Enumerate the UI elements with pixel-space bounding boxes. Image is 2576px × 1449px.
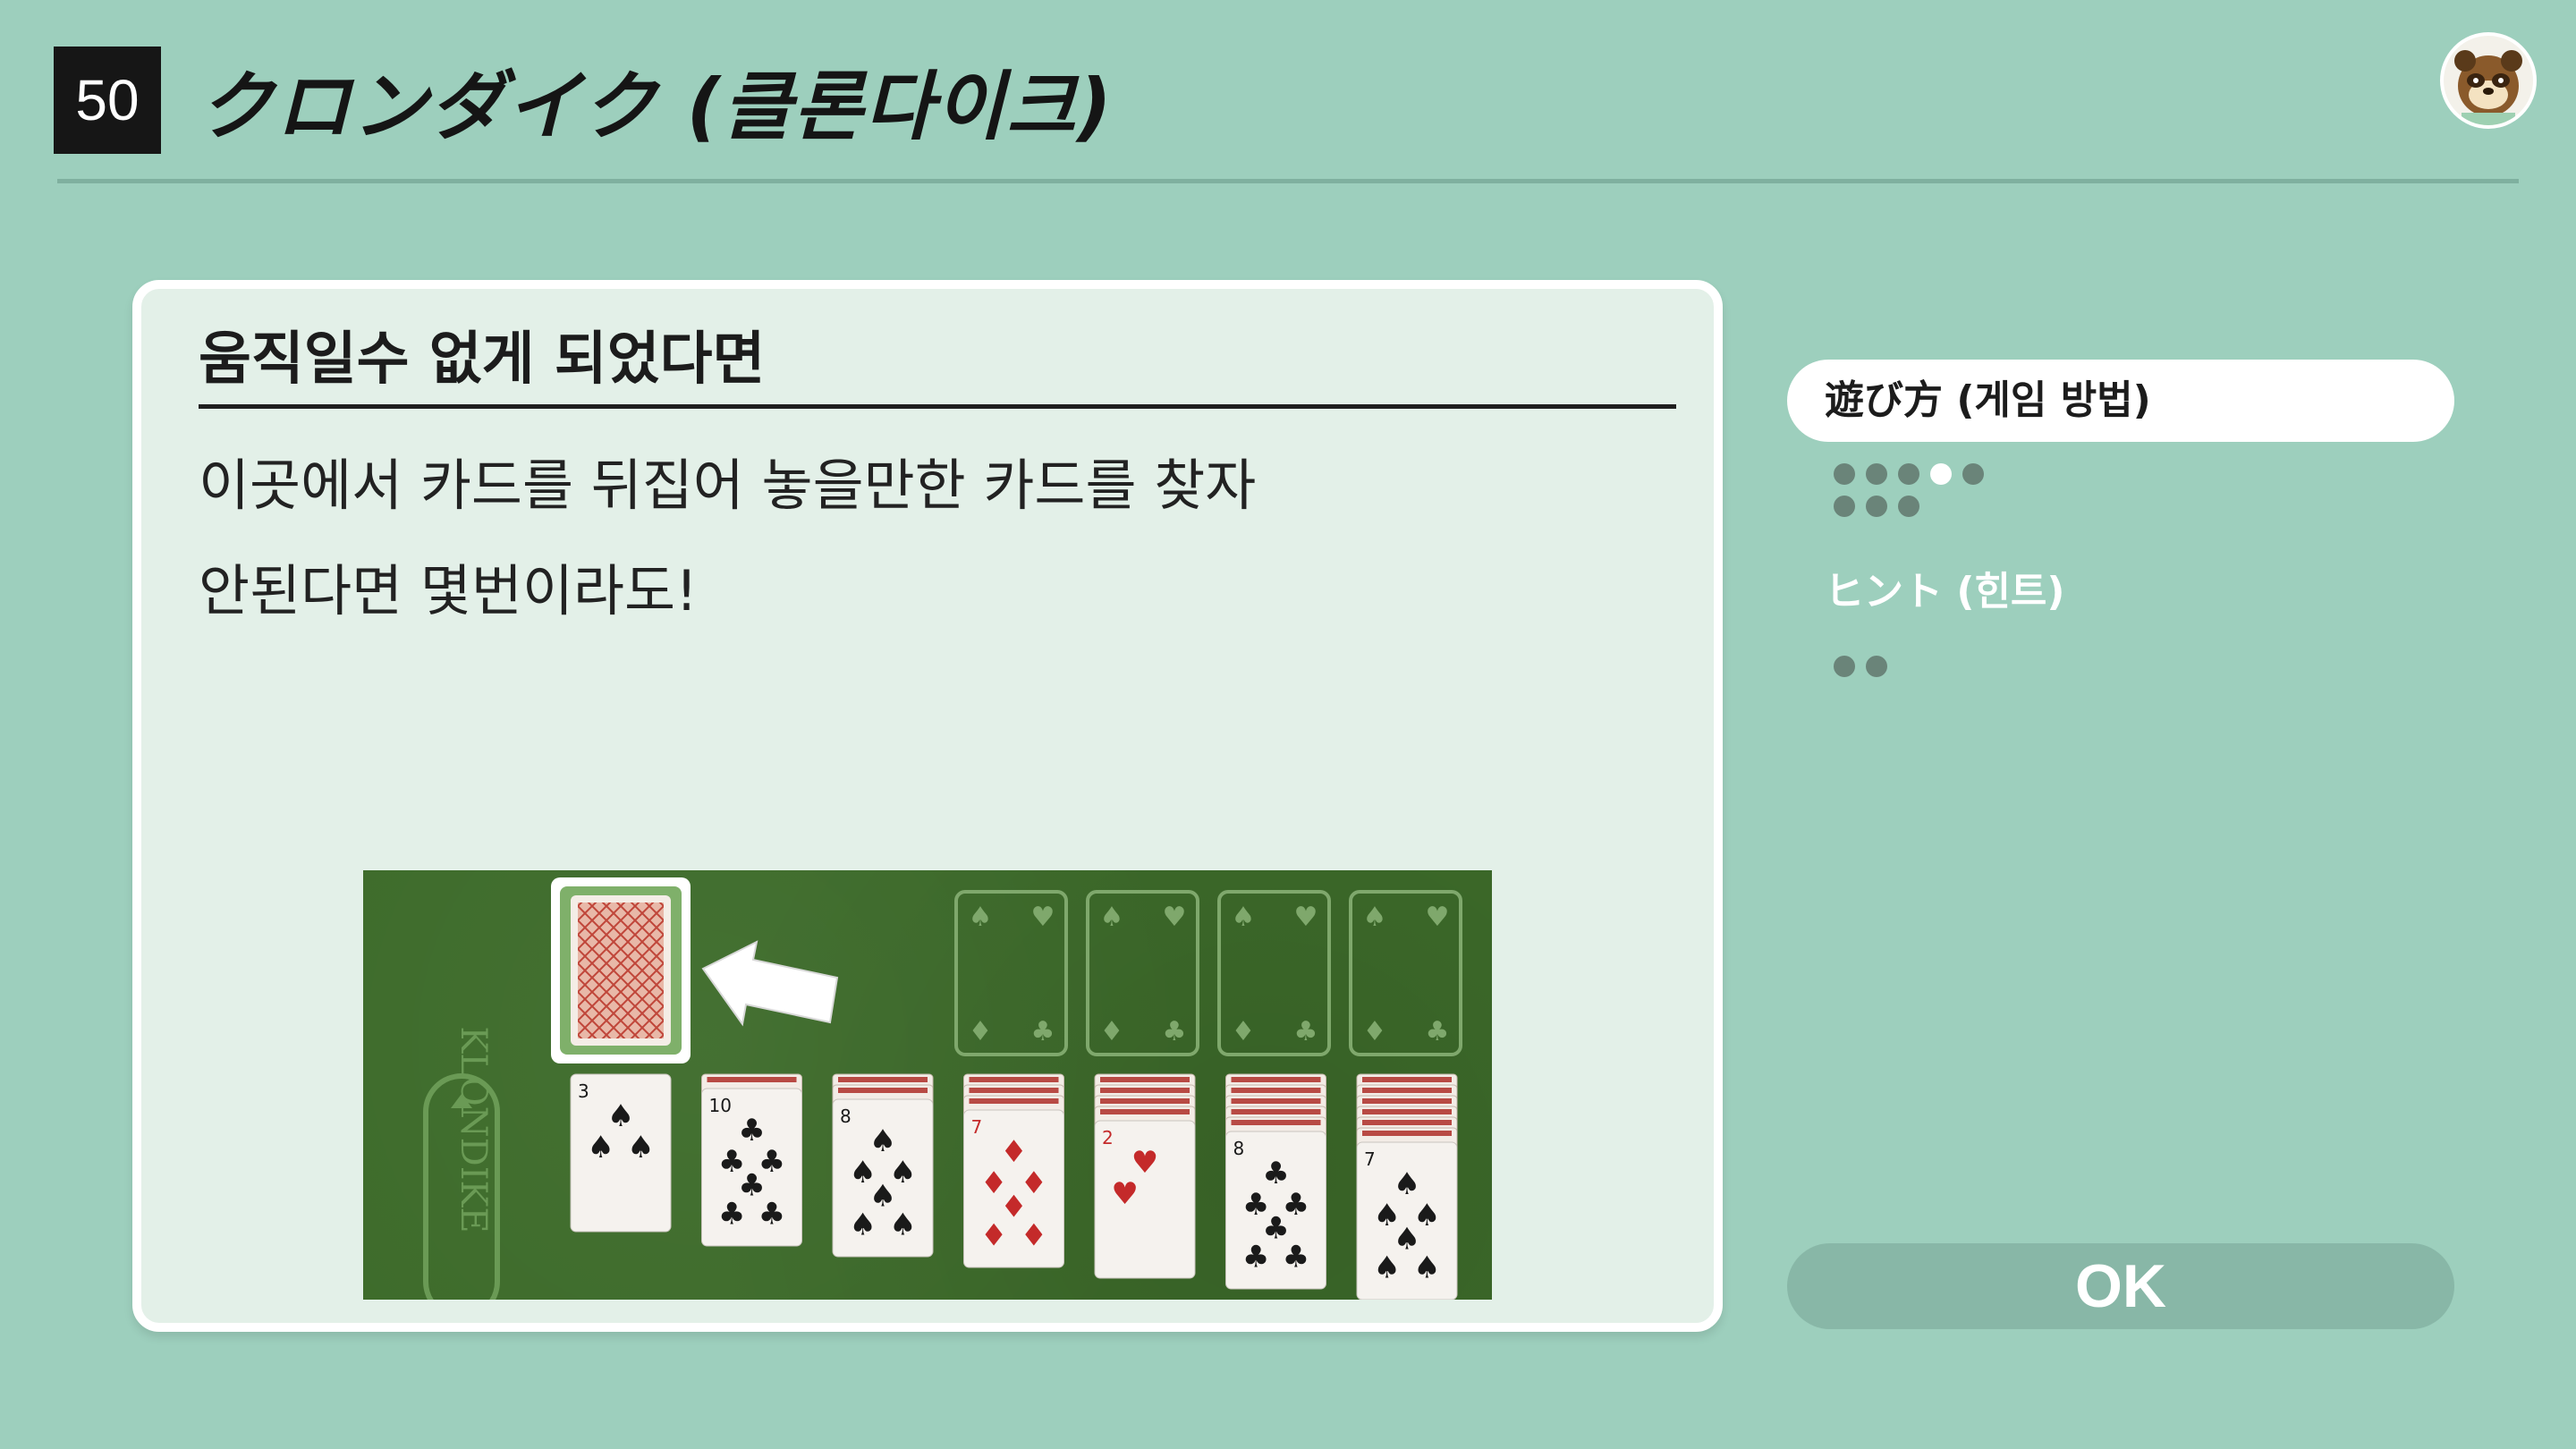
card-pip: ♥ xyxy=(1111,1176,1138,1212)
card-rank: 10 xyxy=(709,1095,732,1116)
deck-marker: KLONDIKE xyxy=(423,1026,500,1300)
tableau-pile: 7♠♠ ♠♠♠ ♠ xyxy=(1356,1073,1458,1300)
card-pip: ♣ xyxy=(1283,1239,1309,1275)
svg-text:♠: ♠ xyxy=(1100,902,1124,933)
svg-text:♦: ♦ xyxy=(1232,1016,1256,1047)
card-pip: ♠ xyxy=(607,1098,634,1134)
instruction-panel: 움직일수 없게 되었다면 이곳에서 카드를 뒤집어 놓을만한 카드를 찾자 안된… xyxy=(132,280,1723,1332)
card-pip: ♠ xyxy=(1373,1250,1400,1285)
tanuki-icon xyxy=(2454,50,2522,125)
svg-text:♠: ♠ xyxy=(1232,902,1256,933)
card-rank: 2 xyxy=(1102,1127,1114,1148)
card-rank: 8 xyxy=(840,1106,852,1127)
header-divider xyxy=(57,179,2519,183)
svg-text:♥: ♥ xyxy=(1031,902,1055,933)
svg-text:♦: ♦ xyxy=(1363,1016,1387,1047)
tableau-pile: 8♠♠ ♠♠♠ ♠ xyxy=(832,1073,934,1258)
solitaire-board: KLONDIKE ♠ ♠ ♠ ♠ ♥ ♥ ♥ ♥ ♦ ♦ ♦ ♦ ♣ ♣ ♣ ♣… xyxy=(423,877,1462,1300)
instruction-line-2: 안된다면 몇번이라도! xyxy=(199,558,698,623)
card-pip: ♦ xyxy=(1021,1217,1047,1253)
instruction-line-1: 이곳에서 카드를 뒤집어 놓을만한 카드를 찾자 xyxy=(199,453,1257,518)
page-dot xyxy=(1834,496,1855,517)
svg-text:♥: ♥ xyxy=(1294,902,1318,933)
card-pip: ♣ xyxy=(738,1113,765,1148)
page-dot xyxy=(1866,463,1887,485)
card-pip: ♦ xyxy=(1000,1134,1027,1170)
pointer-arrow-icon xyxy=(701,940,839,1027)
card-pip: ♣ xyxy=(1262,1156,1289,1191)
page-dot xyxy=(1834,463,1855,485)
tableau: 3♠♠ ♠10♣♣ ♣♣♣ ♣8♠♠ ♠♠♠ ♠7♦♦ ♦♦♦ ♦2♥♥8♣♣ ♣♣♣ ♣7♠♠ ♠… xyxy=(570,1073,1458,1300)
page-dot xyxy=(1930,463,1952,485)
card-rank: 3 xyxy=(578,1080,589,1102)
card-pip: ♠ xyxy=(869,1123,896,1159)
svg-text:♣: ♣ xyxy=(1294,1016,1318,1047)
highlighted-stock-card xyxy=(551,877,691,1063)
panel-heading: 움직일수 없게 되었다면 xyxy=(199,310,1676,409)
svg-text:♥: ♥ xyxy=(1426,902,1450,933)
page-dot xyxy=(1834,656,1855,677)
card-pip: ♠ xyxy=(1413,1250,1440,1285)
card-pip: ♠ xyxy=(849,1207,876,1242)
tableau-pile: 7♦♦ ♦♦♦ ♦ xyxy=(963,1073,1064,1268)
page-dot xyxy=(1898,463,1919,485)
ok-button[interactable]: OK xyxy=(1787,1243,2454,1329)
card-pip: ♣ xyxy=(758,1196,785,1232)
page-dot xyxy=(1866,656,1887,677)
card-pip: ♠ xyxy=(1394,1166,1420,1202)
svg-text:♣: ♣ xyxy=(1031,1016,1055,1047)
character-avatar xyxy=(2440,32,2537,129)
card-rank: 7 xyxy=(971,1116,983,1138)
page-dot xyxy=(1898,496,1919,517)
svg-text:♦: ♦ xyxy=(969,1016,993,1047)
card-pip: ♠ xyxy=(889,1207,916,1242)
tableau-pile: 8♣♣ ♣♣♣ ♣ xyxy=(1225,1073,1326,1290)
page-dot xyxy=(1962,463,1984,485)
game-title: クロンダイク (클론다이크) xyxy=(199,63,1114,150)
card-rank: 7 xyxy=(1364,1148,1376,1170)
card-pip: ♣ xyxy=(718,1196,745,1232)
tab-hints[interactable]: ヒント (힌트) xyxy=(1825,556,2065,628)
svg-text:♥: ♥ xyxy=(1163,902,1187,933)
svg-text:♠: ♠ xyxy=(1363,902,1387,933)
level-number-badge: 50 xyxy=(54,47,161,154)
card-pip: ♥ xyxy=(1131,1145,1158,1181)
svg-text:♣: ♣ xyxy=(1426,1016,1450,1047)
tableau-pile: 10♣♣ ♣♣♣ ♣ xyxy=(701,1073,802,1247)
tableau-pile: 2 ♥♥ xyxy=(1094,1073,1196,1279)
svg-text:♠: ♠ xyxy=(969,902,993,933)
card-rank: 8 xyxy=(1233,1138,1245,1159)
svg-text:♣: ♣ xyxy=(1163,1016,1187,1047)
svg-text:♦: ♦ xyxy=(1100,1016,1124,1047)
tab-how-to-play[interactable]: 遊び方 (게임 방법) xyxy=(1787,360,2454,442)
card-pip: ♦ xyxy=(980,1217,1007,1253)
deck-label: KLONDIKE xyxy=(453,1026,494,1233)
card-pip: ♠ xyxy=(627,1130,654,1165)
tableau-pile: 3♠♠ ♠ xyxy=(570,1073,672,1233)
gameplay-screenshot: KLONDIKE ♠ ♠ ♠ ♠ ♥ ♥ ♥ ♥ ♦ ♦ ♦ ♦ ♣ ♣ ♣ ♣… xyxy=(363,870,1492,1300)
card-pip: ♠ xyxy=(587,1130,614,1165)
page-dot xyxy=(1866,496,1887,517)
foundation-slots: ♠ ♠ ♠ ♠ ♥ ♥ ♥ ♥ ♦ ♦ ♦ ♦ ♣ ♣ ♣ ♣ xyxy=(954,890,1462,1056)
card-pip: ♣ xyxy=(1242,1239,1269,1275)
